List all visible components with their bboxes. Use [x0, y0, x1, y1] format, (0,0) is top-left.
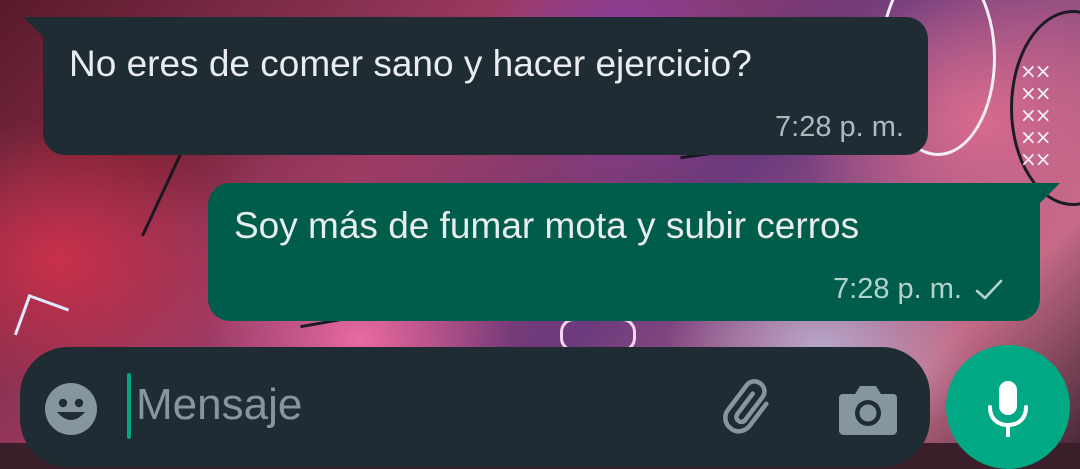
mic-icon	[988, 381, 1028, 437]
message-input[interactable]: Mensaje	[136, 380, 302, 430]
message-time: 7:28 p. m.	[833, 273, 962, 305]
wallpaper-graffiti	[13, 293, 70, 350]
message-text: No eres de comer sano y hacer ejercicio?	[69, 43, 752, 84]
voice-record-button[interactable]	[946, 345, 1070, 469]
camera-icon[interactable]	[837, 380, 899, 438]
emoji-icon[interactable]	[44, 382, 98, 436]
incoming-message-bubble[interactable]: No eres de comer sano y hacer ejercicio?…	[23, 17, 928, 155]
sent-check-icon	[975, 279, 1003, 299]
text-cursor	[127, 373, 131, 439]
wallpaper-graffiti	[141, 153, 182, 237]
outgoing-message-bubble[interactable]: Soy más de fumar mota y subir cerros 7:2…	[208, 183, 1060, 321]
attach-icon[interactable]	[720, 379, 782, 441]
message-time: 7:28 p. m.	[775, 111, 904, 143]
message-meta: 7:28 p. m.	[833, 273, 1004, 306]
wallpaper-graffiti: ×× ×× ×× ×× ××	[1020, 59, 1051, 171]
message-text: Soy más de fumar mota y subir cerros	[234, 205, 860, 246]
message-meta: 7:28 p. m.	[775, 111, 904, 144]
message-composer: Mensaje	[20, 347, 930, 467]
